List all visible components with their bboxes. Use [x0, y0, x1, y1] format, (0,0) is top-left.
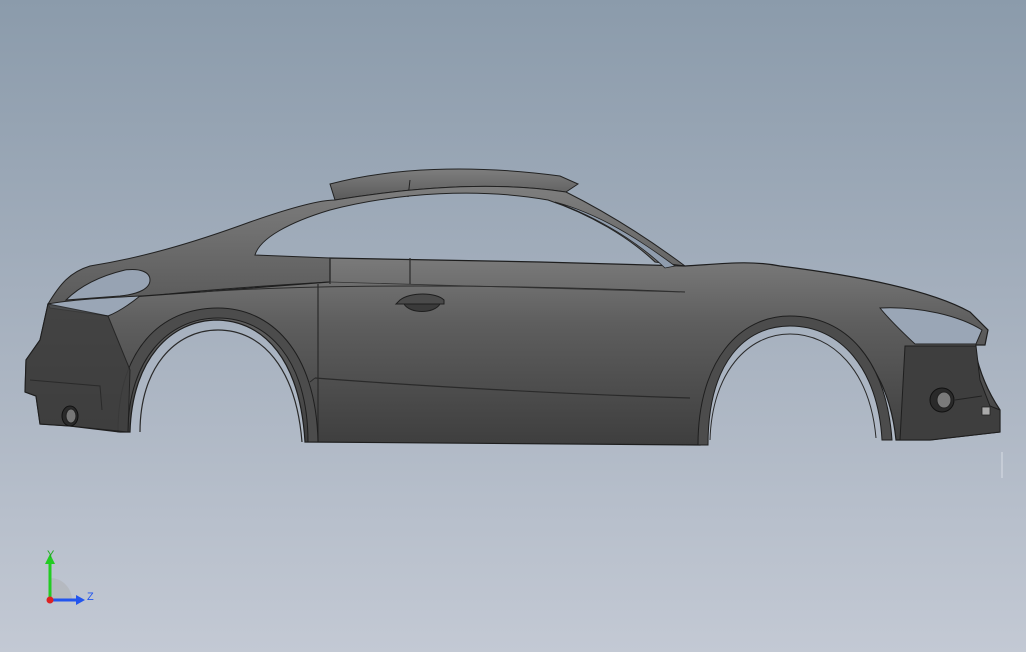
orientation-triad: Y Z — [45, 549, 94, 605]
z-axis-label: Z — [87, 591, 94, 603]
fog-light — [929, 387, 955, 413]
y-axis-label: Y — [47, 549, 55, 561]
x-axis-point — [46, 596, 54, 604]
exhaust-tip — [61, 405, 79, 427]
graphics-viewport[interactable]: Y Z — [0, 0, 1026, 652]
car-body-model[interactable] — [0, 0, 1026, 652]
